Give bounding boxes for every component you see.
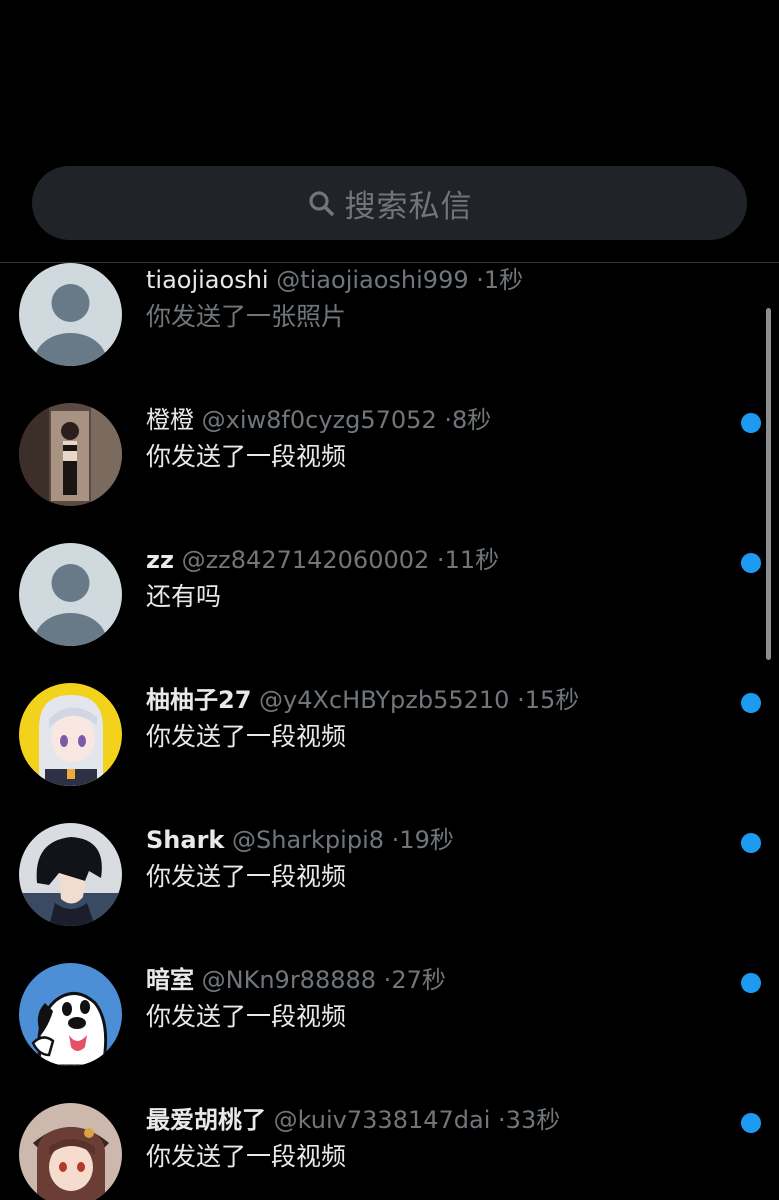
search-placeholder: 搜索私信 (344, 188, 473, 225)
conversation-name: zz (146, 546, 174, 574)
separator-dot: · (436, 546, 445, 574)
conversation-item[interactable]: 柚柚子27 @y4XcHBYpzb55210 ·15秒 你发送了一段视频 (0, 683, 779, 823)
conversation-list: tiaojiaoshi @tiaojiaoshi999 ·1秒 你发送了一张照片… (0, 263, 779, 1200)
unread-dot-icon (741, 413, 761, 433)
search-icon (307, 189, 335, 217)
conversation-time: 19秒 (399, 826, 454, 854)
conversation-item[interactable]: tiaojiaoshi @tiaojiaoshi999 ·1秒 你发送了一张照片 (0, 263, 779, 403)
unread-dot-icon (741, 553, 761, 573)
conversation-item[interactable]: Shark @Sharkpipi8 ·19秒 你发送了一段视频 (0, 823, 779, 963)
default-avatar[interactable] (19, 543, 122, 646)
conversation-item[interactable]: 最爱胡桃了 @kuiv7338147dai ·33秒 你发送了一段视频 (0, 1103, 779, 1200)
unread-dot-icon (741, 833, 761, 853)
conversation-preview: 还有吗 (146, 582, 222, 611)
conversation-handle: @y4XcHBYpzb55210 (259, 686, 510, 714)
separator-dot: · (498, 1106, 506, 1134)
anime-character-avatar[interactable] (19, 1103, 122, 1200)
conversation-handle: @Sharkpipi8 (232, 826, 385, 854)
conversation-time: 11秒 (444, 546, 500, 574)
conversation-name: 暗室 (146, 966, 194, 994)
conversation-preview: 你发送了一段视频 (146, 862, 347, 891)
conversation-preview: 你发送了一段视频 (146, 442, 347, 471)
search-bar[interactable]: 搜索私信 (32, 166, 747, 240)
conversation-preview: 你发送了一段视频 (146, 1002, 347, 1031)
separator-dot: · (444, 406, 452, 434)
conversation-item[interactable]: 橙橙 @xiw8f0cyzg57052 ·8秒 你发送了一段视频 (0, 403, 779, 543)
conversation-preview: 你发送了一张照片 (146, 302, 347, 331)
conversation-handle: @zz8427142060002 (181, 546, 430, 574)
unread-dot-icon (741, 973, 761, 993)
unread-dot-icon (741, 1113, 761, 1133)
conversation-name: 橙橙 (146, 406, 194, 434)
conversation-handle: @kuiv7338147dai (273, 1106, 491, 1134)
conversation-time: 33秒 (505, 1106, 561, 1134)
photo-avatar[interactable] (19, 403, 122, 506)
default-avatar[interactable] (19, 263, 122, 366)
conversation-time: 8秒 (452, 406, 492, 434)
anime-boy-avatar[interactable] (19, 823, 122, 926)
conversation-name: tiaojiaoshi (146, 266, 269, 294)
conversation-handle: @xiw8f0cyzg57052 (201, 406, 437, 434)
conversation-handle: @NKn9r88888 (201, 966, 377, 994)
conversation-time: 27秒 (391, 966, 446, 994)
scrollbar[interactable] (766, 308, 771, 660)
conversation-name: Shark (146, 826, 225, 854)
cartoon-dog-avatar[interactable] (19, 963, 122, 1066)
conversation-name: 柚柚子27 (146, 686, 252, 714)
conversation-preview: 你发送了一段视频 (146, 722, 347, 751)
unread-dot-icon (741, 693, 761, 713)
separator-dot: · (517, 686, 525, 714)
conversation-item[interactable]: zz @zz8427142060002 ·11秒 还有吗 (0, 543, 779, 683)
conversation-preview: 你发送了一段视频 (146, 1142, 347, 1171)
conversation-name: 最爱胡桃了 (146, 1106, 266, 1134)
conversation-handle: @tiaojiaoshi999 (276, 266, 469, 294)
anime-girl-avatar[interactable] (19, 683, 122, 786)
separator-dot: · (476, 266, 484, 294)
conversation-item[interactable]: 暗室 @NKn9r88888 ·27秒 你发送了一段视频 (0, 963, 779, 1103)
conversation-time: 1秒 (483, 266, 524, 294)
conversation-time: 15秒 (524, 686, 580, 714)
